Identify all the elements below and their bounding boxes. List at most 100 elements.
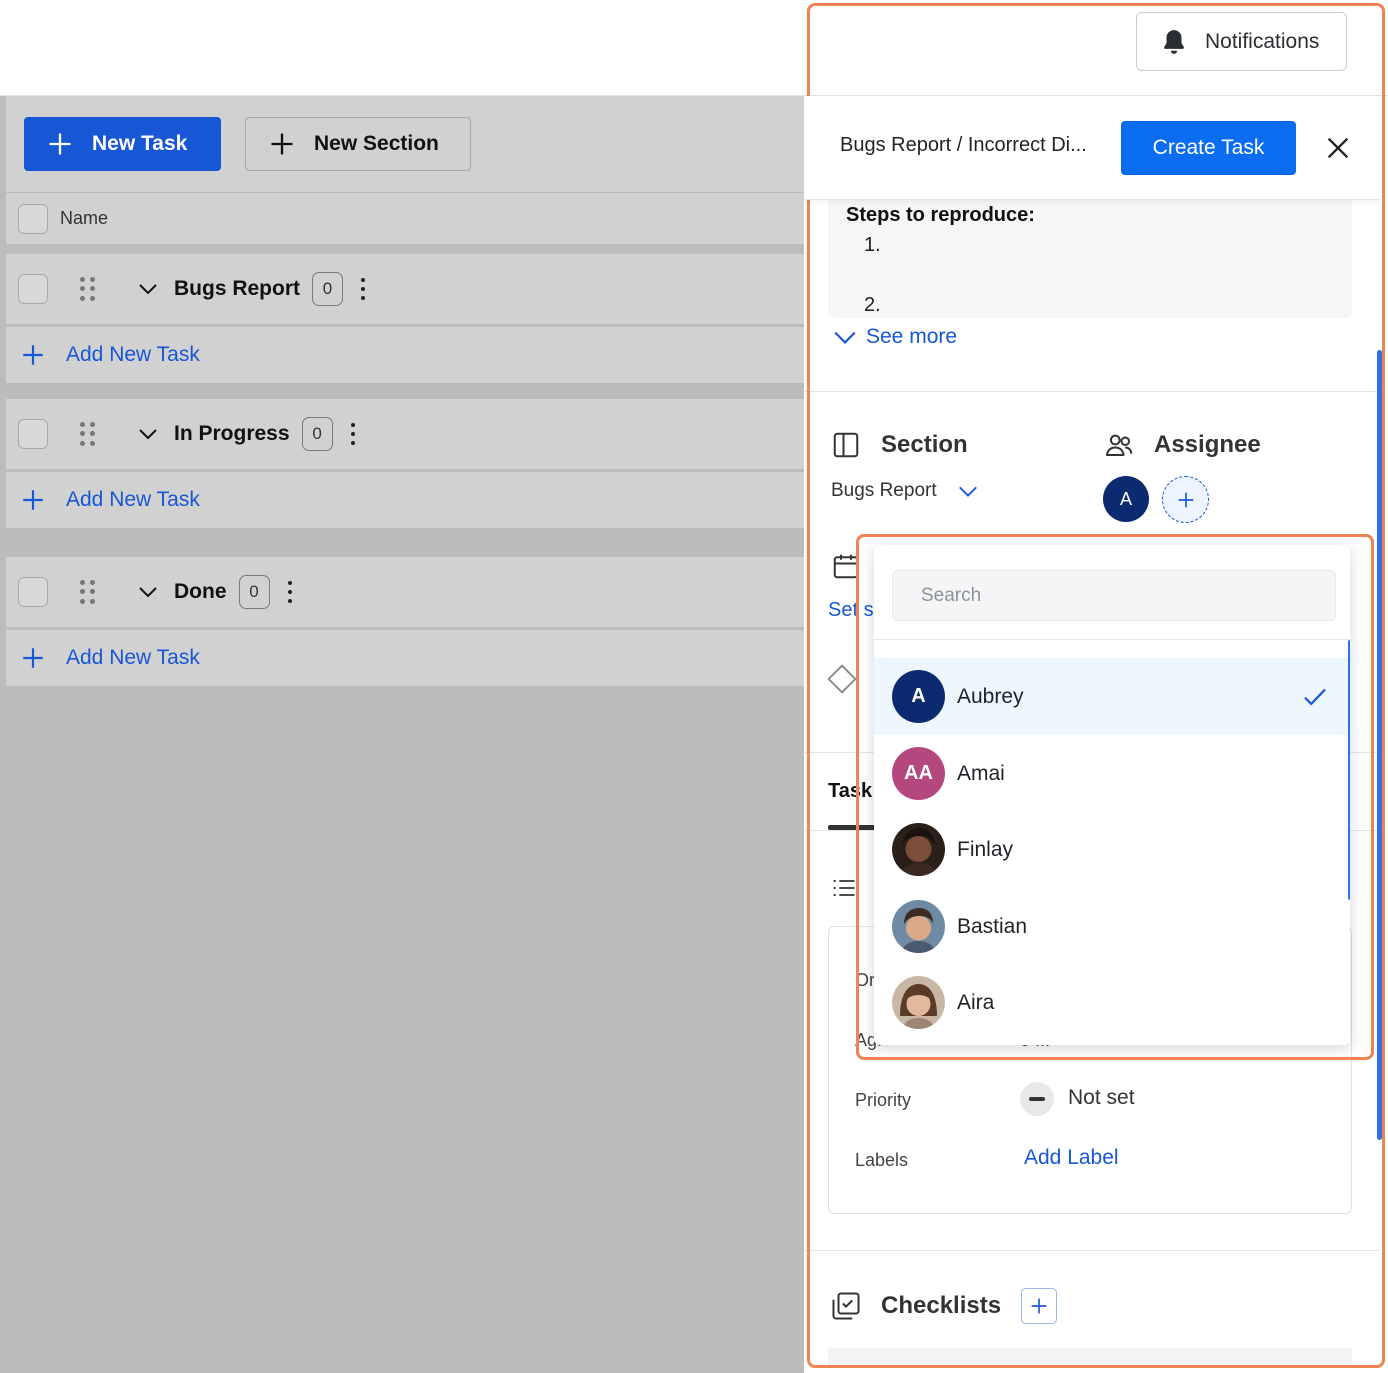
- add-new-task-link[interactable]: Add New Task: [66, 488, 200, 512]
- avatar-photo: [892, 900, 945, 953]
- set-date-link[interactable]: Set s: [828, 599, 874, 622]
- list-toolbar: New Task New Section: [6, 96, 804, 192]
- chevron-down-icon: [958, 486, 977, 497]
- table-header: Name: [6, 193, 804, 244]
- section-value: Bugs Report: [831, 480, 937, 501]
- notifications-button[interactable]: Notifications: [1136, 12, 1347, 71]
- more-options-icon[interactable]: [287, 581, 294, 603]
- create-task-button[interactable]: Create Task: [1121, 121, 1296, 175]
- select-all-checkbox[interactable]: [18, 203, 48, 234]
- divider: [804, 391, 1380, 392]
- avatar-photo: [892, 976, 945, 1029]
- checklists-title: Checklists: [881, 1292, 1002, 1319]
- dropdown-scrollbar[interactable]: [1348, 640, 1350, 900]
- new-task-label: New Task: [92, 132, 188, 155]
- more-options-icon[interactable]: [361, 278, 367, 300]
- panel-header: Bugs Report / Incorrect Di... Create Tas…: [804, 96, 1380, 200]
- list-icon: [833, 879, 855, 897]
- drag-handle-icon[interactable]: [80, 277, 96, 301]
- see-more-label: See more: [866, 325, 958, 348]
- list-item-amai[interactable]: AA Amai: [874, 735, 1350, 812]
- new-section-button[interactable]: New Section: [245, 117, 471, 171]
- panel-scrollbar[interactable]: [1377, 350, 1382, 1140]
- add-new-task-link[interactable]: Add New Task: [66, 343, 200, 367]
- add-new-task-row[interactable]: Add New Task: [6, 472, 804, 528]
- task-count-badge: 0: [238, 575, 270, 609]
- check-icon: [1304, 688, 1326, 706]
- avatar: A: [892, 670, 945, 723]
- person-name: Aubrey: [957, 684, 1024, 708]
- task-count-badge: 0: [312, 272, 343, 306]
- drag-handle-icon[interactable]: [80, 422, 96, 446]
- section-checkbox[interactable]: [18, 274, 48, 304]
- add-assignee-button[interactable]: [1162, 476, 1209, 523]
- plus-icon: [49, 133, 71, 155]
- drag-handle-icon[interactable]: [80, 580, 96, 604]
- checklist-area: [828, 1348, 1352, 1366]
- divider: [874, 639, 1350, 640]
- assignee-dropdown: A Aubrey AA Amai Finlay Bastian Aira: [874, 545, 1350, 1045]
- plus-icon: [23, 490, 43, 510]
- detail-label: Or: [855, 970, 875, 990]
- section-checkbox[interactable]: [18, 419, 48, 449]
- add-checklist-button[interactable]: [1021, 1288, 1058, 1324]
- section-name: In Progress: [174, 422, 290, 445]
- description-heading: Steps to reproduce:: [846, 204, 1035, 226]
- description-box[interactable]: Steps to reproduce: 1. 2.: [828, 186, 1352, 318]
- search-input[interactable]: [892, 570, 1336, 621]
- section-checkbox[interactable]: [18, 577, 48, 607]
- assignee-title: Assignee: [1154, 431, 1261, 458]
- more-options-icon[interactable]: [350, 423, 357, 445]
- plus-icon: [1178, 492, 1193, 507]
- new-section-label: New Section: [314, 132, 439, 155]
- section-name: Done: [174, 580, 227, 603]
- person-name: Bastian: [957, 914, 1028, 938]
- notifications-label: Notifications: [1205, 29, 1320, 53]
- section-field-title: Section: [831, 430, 968, 460]
- close-icon[interactable]: [1324, 134, 1352, 162]
- calendar-icon: [833, 554, 859, 579]
- add-new-task-row[interactable]: Add New Task: [6, 327, 804, 383]
- person-name: Finlay: [957, 837, 1014, 861]
- diamond-icon: [827, 664, 857, 694]
- chevron-down-icon: [834, 331, 856, 344]
- section-selector[interactable]: Bugs Report: [831, 480, 979, 502]
- new-task-button[interactable]: New Task: [24, 117, 221, 171]
- priority-none-icon[interactable]: [1020, 1082, 1054, 1116]
- chevron-down-icon[interactable]: [136, 277, 160, 301]
- assignee-field-title: Assignee: [1104, 430, 1261, 460]
- section-name: Bugs Report: [174, 277, 300, 300]
- assignee-avatar[interactable]: A: [1103, 476, 1149, 522]
- add-new-task-row[interactable]: Add New Task: [6, 630, 804, 686]
- see-more-link[interactable]: See more: [832, 324, 957, 350]
- list-item-bastian[interactable]: Bastian: [874, 888, 1350, 965]
- task-list-area: New Task New Section Name Bugs Report 0 …: [0, 96, 804, 1373]
- list-item-finlay[interactable]: Finlay: [874, 811, 1350, 888]
- bell-icon: [1164, 29, 1184, 54]
- plus-icon: [23, 648, 43, 668]
- plus-icon: [271, 133, 293, 155]
- divider: [804, 1250, 1380, 1251]
- checklists-header: Checklists: [831, 1288, 1058, 1324]
- chevron-down-icon[interactable]: [136, 580, 160, 604]
- person-name: Aira: [957, 990, 995, 1014]
- chevron-down-icon[interactable]: [136, 422, 160, 446]
- checklist-icon: [832, 1292, 860, 1320]
- plus-icon: [23, 345, 43, 365]
- breadcrumb[interactable]: Bugs Report / Incorrect Di...: [840, 134, 1120, 157]
- tasks-tab[interactable]: Task: [828, 780, 872, 803]
- priority-value[interactable]: Not set: [1068, 1086, 1135, 1110]
- add-new-task-link[interactable]: Add New Task: [66, 646, 200, 670]
- name-column-header: Name: [60, 208, 109, 228]
- description-item: 1.: [864, 234, 881, 256]
- section-row-bugs-report[interactable]: Bugs Report 0: [6, 254, 804, 324]
- section-title: Section: [881, 431, 968, 458]
- section-row-in-progress[interactable]: In Progress 0: [6, 399, 804, 469]
- description-item: 2.: [864, 294, 881, 316]
- list-item-aira[interactable]: Aira: [874, 964, 1350, 1041]
- section-row-done[interactable]: Done 0: [6, 557, 804, 627]
- users-icon: [1106, 434, 1133, 456]
- panel-layout-icon: [833, 432, 859, 458]
- list-item-aubrey[interactable]: A Aubrey: [874, 658, 1350, 735]
- add-label-link[interactable]: Add Label: [1024, 1146, 1119, 1170]
